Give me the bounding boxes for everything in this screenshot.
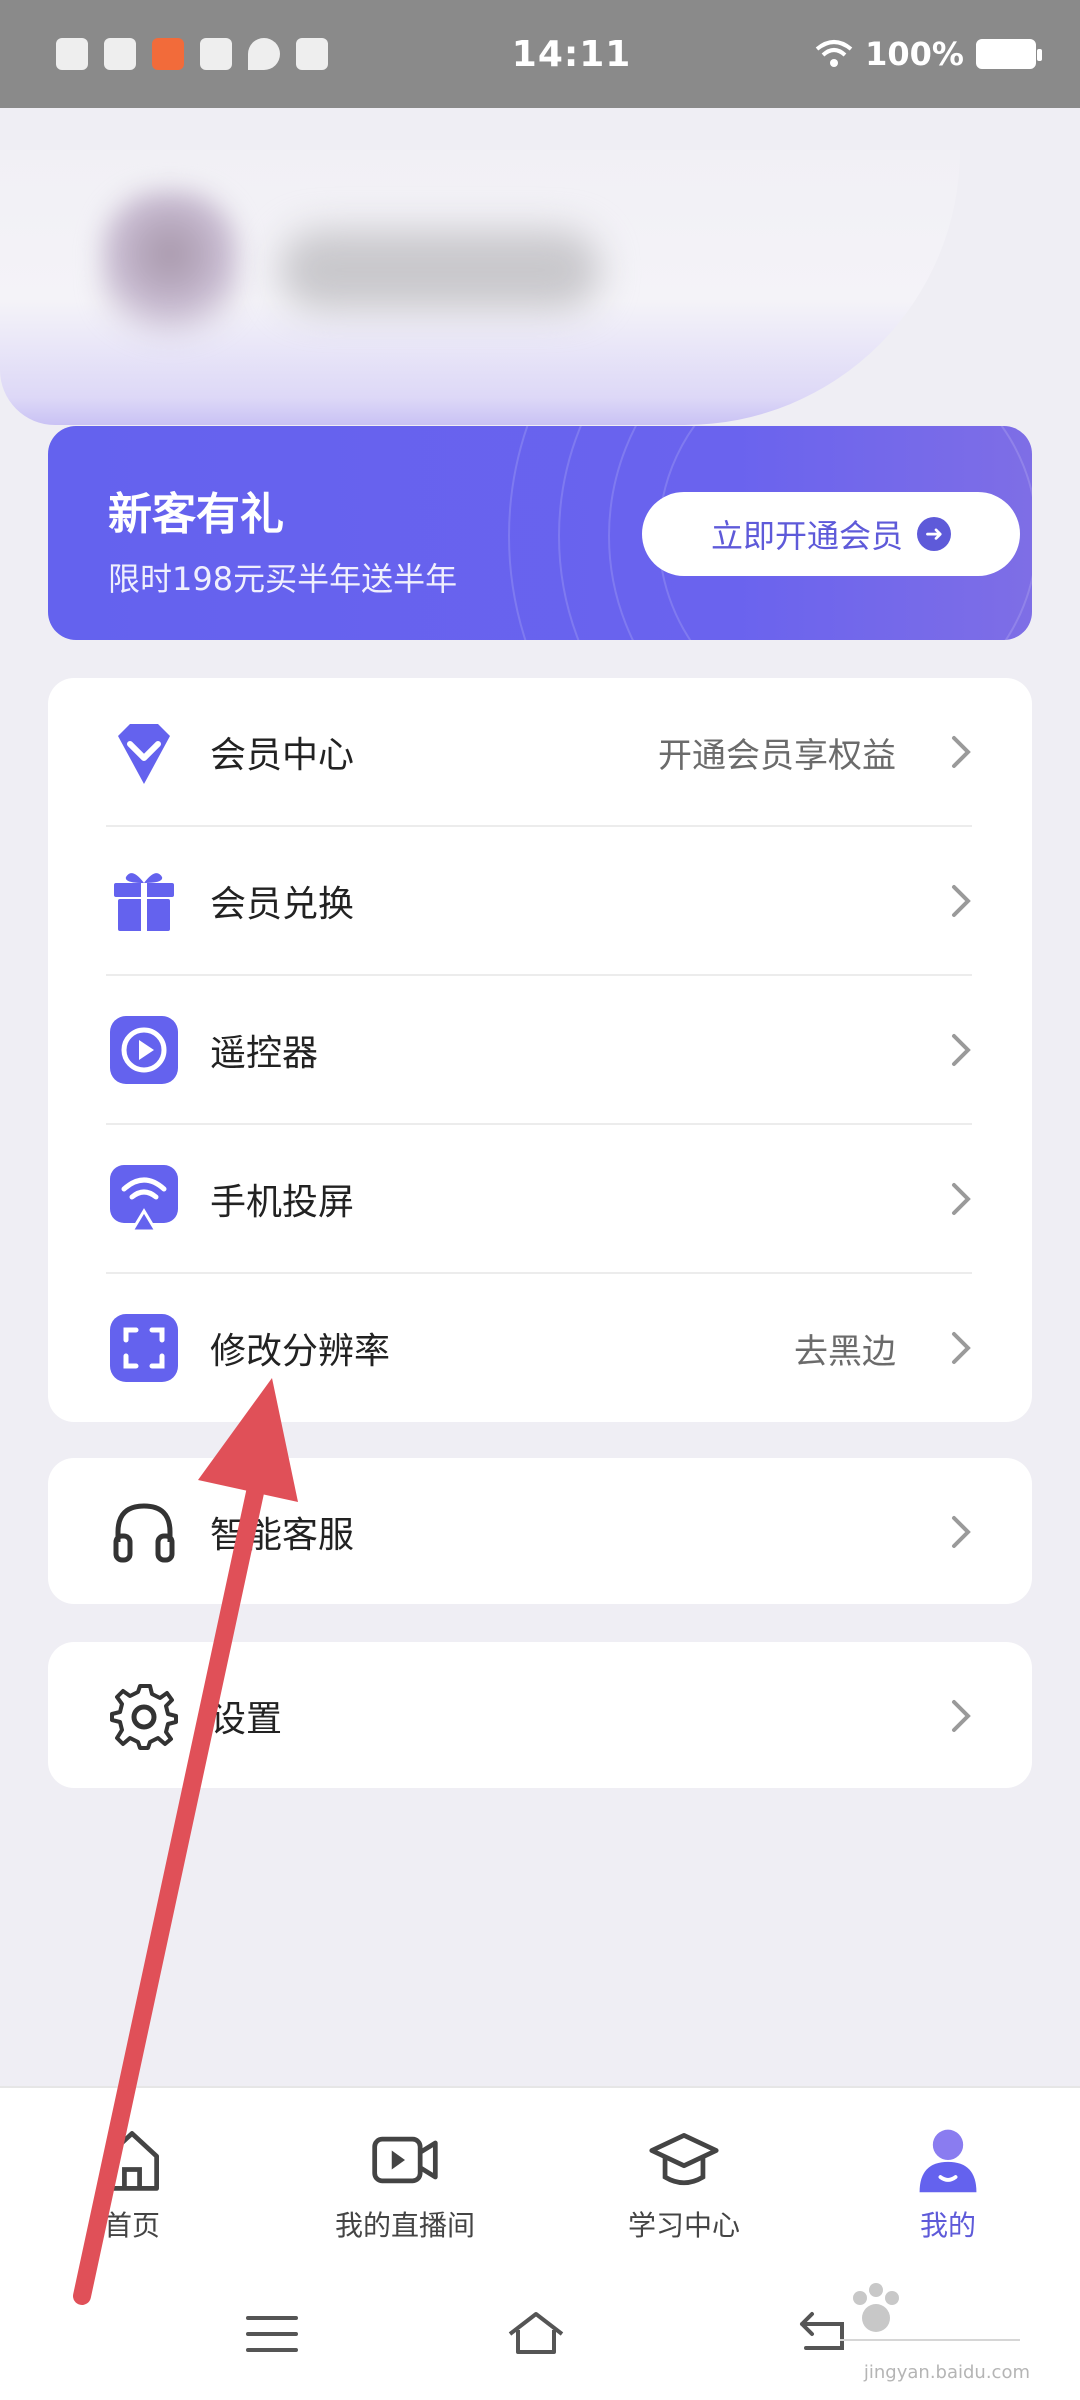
menu-item-label: 会员中心	[210, 735, 355, 776]
open-membership-label: 立即开通会员	[710, 517, 903, 555]
menu-item-resolution[interactable]: 修改分辨率 去黑边	[48, 1274, 1032, 1422]
diamond-icon	[118, 724, 170, 784]
menu-item-remote[interactable]: 遥控器	[48, 976, 1032, 1124]
menu-item-label: 会员兑换	[210, 884, 355, 925]
menu-item-hint: 去黑边	[794, 1331, 896, 1372]
settings-card: 设置	[48, 1642, 1032, 1788]
qr-icon	[296, 38, 328, 70]
sim-icon	[56, 38, 88, 70]
promo-subtitle: 限时198元买半年送半年	[108, 560, 458, 598]
home-icon	[105, 2131, 159, 2191]
menu-item-hint: 开通会员享权益	[658, 735, 896, 776]
arrow-right-icon: ➜	[917, 517, 951, 551]
status-right: 100%	[815, 35, 1042, 73]
nav-label: 学习中心	[627, 2209, 740, 2242]
chevron-right-icon	[952, 1183, 971, 1215]
battery-percent: 100%	[865, 35, 964, 73]
menu-item-customer-service[interactable]: 智能客服	[48, 1458, 1032, 1606]
menu-card: 会员中心 开通会员享权益 会员兑换 遥控器 手机投屏 修改分辨率 去黑边	[48, 678, 1032, 1422]
nav-label: 我的直播间	[334, 2209, 475, 2242]
location-icon	[248, 38, 280, 70]
avatar[interactable]	[100, 190, 240, 350]
headset-icon	[113, 1503, 175, 1563]
nav-label: 我的	[919, 2209, 976, 2242]
chevron-right-icon	[952, 1516, 971, 1548]
video-icon	[372, 2136, 438, 2184]
user-icon	[919, 2129, 977, 2193]
du-icon	[200, 38, 232, 70]
battery-icon	[975, 39, 1042, 69]
cast-icon	[110, 1165, 178, 1233]
chevron-right-icon	[952, 1034, 971, 1066]
menu-item-label: 设置	[210, 1699, 283, 1740]
profile-name	[280, 230, 600, 310]
gift-icon	[114, 873, 174, 931]
chevron-right-icon	[952, 736, 971, 768]
chevron-right-icon	[952, 885, 971, 917]
nav-item-mine[interactable]: 我的	[838, 2124, 1058, 2244]
nav-item-home[interactable]: 首页	[22, 2124, 242, 2244]
menu-item-member-redeem[interactable]: 会员兑换	[48, 827, 1032, 975]
promo-banner[interactable]: 新客有礼 限时198元买半年送半年 立即开通会员 ➜	[48, 426, 1032, 640]
menu-item-member-center[interactable]: 会员中心 开通会员享权益	[48, 678, 1032, 826]
menu-item-settings[interactable]: 设置	[48, 1642, 1032, 1790]
menu-item-label: 遥控器	[210, 1033, 319, 1074]
app-icon	[152, 38, 184, 70]
chevron-right-icon	[952, 1332, 971, 1364]
chevron-right-icon	[952, 1700, 971, 1732]
status-icons	[56, 38, 328, 70]
graduation-cap-icon	[649, 2133, 719, 2186]
menu-item-label: 手机投屏	[210, 1182, 355, 1223]
play-icon	[110, 1016, 178, 1084]
wifi-icon	[815, 40, 853, 67]
menu-item-label: 智能客服	[210, 1515, 355, 1556]
nav-item-live-room[interactable]: 我的直播间	[295, 2124, 515, 2244]
watermark-text: jingyan.baidu.com	[863, 2362, 1030, 2383]
profile-header[interactable]	[0, 150, 960, 425]
open-membership-button[interactable]: 立即开通会员 ➜	[642, 492, 1020, 576]
service-card: 智能客服	[48, 1458, 1032, 1604]
resolution-icon	[110, 1314, 178, 1382]
menu-icon[interactable]	[242, 2304, 302, 2364]
status-time: 14:11	[511, 33, 632, 75]
status-bar: 14:11 100%	[0, 0, 1080, 108]
cloud-icon	[104, 38, 136, 70]
menu-item-screen-cast[interactable]: 手机投屏	[48, 1125, 1032, 1273]
nav-label: 首页	[103, 2209, 160, 2242]
home-button-icon[interactable]	[506, 2304, 566, 2364]
promo-title: 新客有礼	[108, 489, 284, 540]
gear-icon	[110, 1684, 178, 1750]
menu-item-label: 修改分辨率	[210, 1331, 391, 1372]
nav-item-learning-center[interactable]: 学习中心	[574, 2124, 794, 2244]
